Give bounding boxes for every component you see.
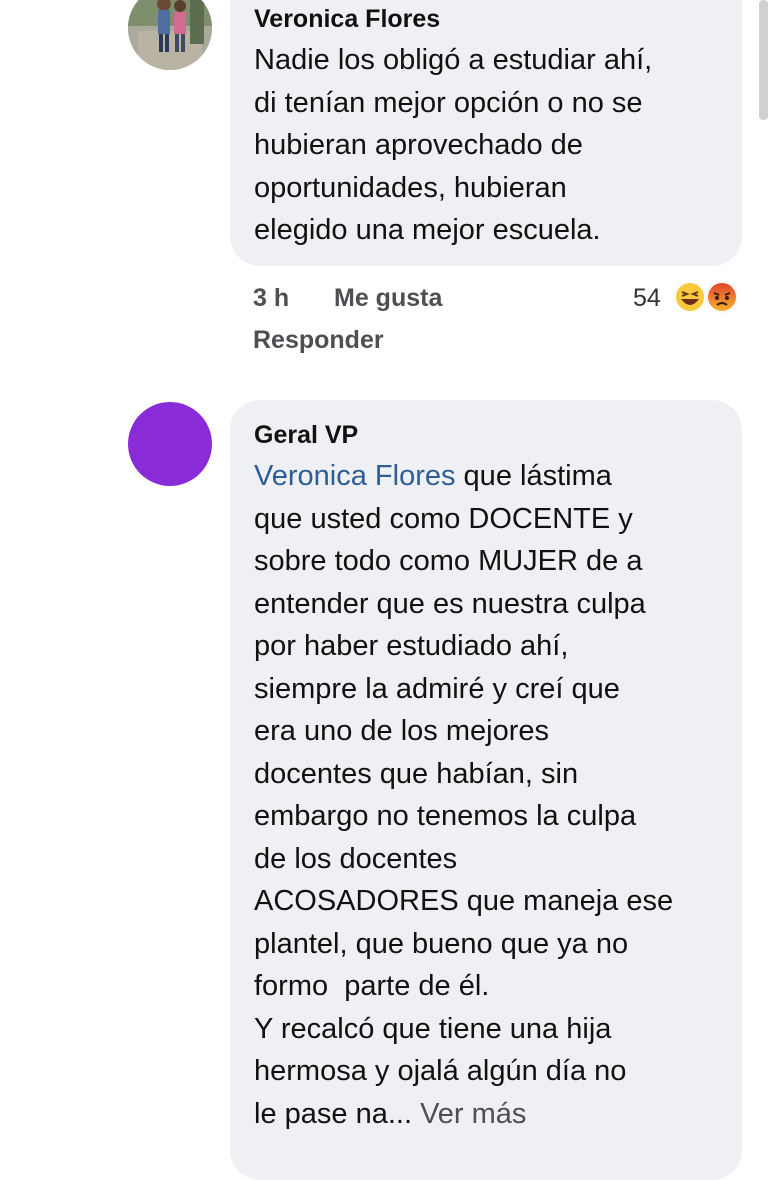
comment-line: ACOSADORES que maneja ese xyxy=(254,885,674,917)
comment-line: embargo no tenemos la culpa xyxy=(254,800,637,832)
comment-line: formo parte de él. xyxy=(254,970,490,1002)
avatar[interactable] xyxy=(128,402,212,486)
comment-line: por haber estudiado ahí, xyxy=(254,630,569,662)
comment-author[interactable]: Veronica Flores xyxy=(254,4,718,34)
comment-author[interactable]: Geral VP xyxy=(254,420,718,450)
comment-line: hermosa y ojalá algún día no xyxy=(254,1055,627,1087)
comment-line: Veronica Flores que lástima xyxy=(254,455,718,498)
see-more-link[interactable]: Ver más xyxy=(420,1098,526,1130)
comment-text: le pase na... xyxy=(254,1097,412,1130)
haha-icon xyxy=(674,281,706,313)
comment-line: plantel, que bueno que ya no xyxy=(254,927,629,960)
comment-line: era uno de los mejores xyxy=(254,715,549,747)
reaction-count[interactable]: 54 xyxy=(633,284,661,313)
comment-line: oportunidades, hubieran xyxy=(254,171,567,204)
comment-line: entender que es nuestra culpa xyxy=(254,587,646,620)
comment-time: 3 h xyxy=(253,284,290,312)
comment-line: le pase na... Ver más xyxy=(254,1093,718,1136)
avatar[interactable] xyxy=(128,0,212,70)
comment-line: que usted como DOCENTE y xyxy=(254,502,633,535)
comment-line: de los docentes xyxy=(254,842,458,875)
comment-text: que lástima xyxy=(455,460,612,492)
comment-line: Nadie los obligó a estudiar ahí, xyxy=(254,44,653,76)
comment-body: Veronica Flores que lástima que usted co… xyxy=(254,455,718,1135)
comment-body: Nadie los obligó a estudiar ahí, di tení… xyxy=(254,39,718,252)
comment-line: di tenían mejor opción o no se xyxy=(254,86,643,119)
comment-line: hubieran aprovechado de xyxy=(254,129,583,161)
comment-line: elegido una mejor escuela. xyxy=(254,214,601,246)
comment-bubble: Geral VP Veronica Flores que lástima que… xyxy=(230,400,742,1180)
comment-geral: Geral VP Veronica Flores que lástima que… xyxy=(0,380,768,1180)
angry-icon xyxy=(706,281,738,313)
comment-bubble: Veronica Flores Nadie los obligó a estud… xyxy=(230,0,742,266)
comment-line: sobre todo como MUJER de a xyxy=(254,545,643,577)
avatar-photo xyxy=(128,0,212,70)
comment-line: Y recalcó que tiene una hija xyxy=(254,1012,612,1045)
mention-link[interactable]: Veronica Flores xyxy=(254,460,456,492)
reply-button[interactable]: Responder xyxy=(253,326,384,355)
comment-line: docentes que habían, sin xyxy=(254,757,579,790)
like-button[interactable]: Me gusta xyxy=(334,284,442,313)
comment-veronica: Veronica Flores Nadie los obligó a estud… xyxy=(0,0,768,380)
comment-line: siempre la admiré y creí que xyxy=(254,672,620,705)
